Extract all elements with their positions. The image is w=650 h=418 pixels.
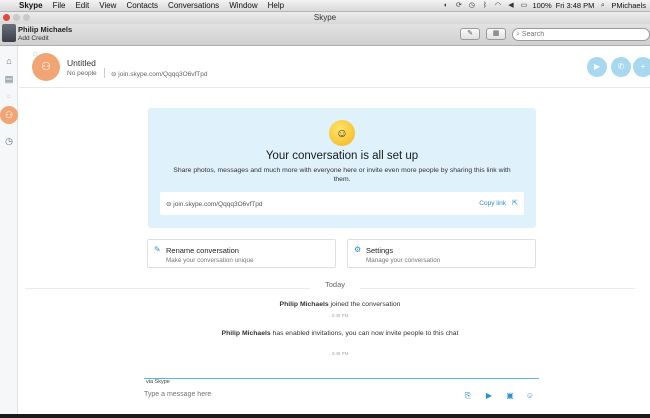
share-link-text: join.skype.com/Qqqq3O6vfTpd [173, 201, 263, 208]
screen-bottom-edge [0, 414, 650, 418]
status-icon[interactable]: ◐ [441, 2, 450, 10]
rename-subtitle: Make your conversation unique [166, 257, 254, 264]
menu-user[interactable]: PMichaels [611, 1, 646, 10]
profile-avatar[interactable] [2, 24, 16, 42]
emoticon-wave-icon: ☺ [329, 120, 355, 146]
conversation-link-text: join.skype.com/Qqqq3O6vfTpd [118, 71, 208, 78]
menu-help[interactable]: Help [263, 1, 289, 10]
emoticon-icon[interactable]: ☺ [524, 390, 536, 402]
search-box[interactable]: ⌕ [512, 28, 650, 41]
add-people-icon: + [640, 62, 646, 71]
rename-conversation-card[interactable]: ✎ Rename conversation Make your conversa… [147, 239, 336, 268]
event-time: 3:48 PM [331, 351, 349, 356]
share-link-box: ⊖ join.skype.com/Qqqq3O6vfTpd Copy link … [160, 192, 524, 215]
menu-view[interactable]: View [94, 1, 121, 10]
left-rail: ⌂ ▤ ◌ ⚇ ◷ [0, 46, 18, 418]
add-credit-link[interactable]: Add Credit [18, 35, 49, 42]
spotlight-icon[interactable]: ⌕ [598, 2, 607, 10]
wifi-icon[interactable]: ◠ [493, 2, 502, 10]
event-text: joined the conversation [330, 301, 401, 308]
menu-app-skype[interactable]: Skype [14, 1, 48, 10]
minimize-window-button[interactable] [13, 14, 20, 21]
pencil-icon: ✎ [154, 245, 161, 254]
menu-edit[interactable]: Edit [70, 1, 94, 10]
setup-banner: ☺ Your conversation is all set up Share … [148, 108, 536, 228]
send-contact-icon[interactable]: ▣ [504, 390, 516, 402]
battery-icon[interactable]: ▭ [519, 2, 528, 10]
group-avatar-icon: ⚇ [41, 61, 51, 73]
video-call-icon: ▶ [593, 62, 601, 71]
conversation-header: ☆ ⚇ Untitled No people ⊖ join.skype.com/… [19, 46, 650, 88]
settings-card[interactable]: ⚙ Settings Manage your conversation [347, 239, 536, 268]
close-window-button[interactable] [3, 14, 10, 21]
rename-title: Rename conversation [166, 246, 239, 255]
battery-percent: 100% [532, 1, 552, 10]
event-actor: Philip Michaels [279, 301, 329, 308]
settings-title: Settings [366, 246, 394, 255]
day-label: Today [310, 280, 360, 289]
event-text: has enabled invitations, you can now inv… [272, 330, 459, 337]
menu-clock[interactable]: Fri 3:48 PM [556, 1, 595, 10]
group-avatar[interactable]: ⚇ [32, 53, 60, 81]
search-input[interactable] [521, 31, 632, 38]
audio-call-button[interactable]: ✆ [611, 57, 631, 77]
participant-count: No people [67, 70, 97, 77]
send-file-icon[interactable]: ⎘ [462, 390, 474, 402]
menu-file[interactable]: File [48, 1, 71, 10]
group-icon[interactable]: ⚇ [0, 106, 18, 124]
window-title: Skype [313, 13, 337, 22]
history-icon[interactable]: ◷ [1, 133, 17, 149]
window-title-bar: Skype [0, 12, 650, 24]
message-composer: ⎘ ▶ ▣ ☺ [144, 389, 534, 405]
toolbar: Philip Michaels Add Credit ✎ ▦ ⌕ [0, 24, 650, 46]
banner-title: Your conversation is all set up [265, 150, 419, 162]
dialpad-icon: ▦ [492, 30, 500, 37]
message-input[interactable] [144, 391, 444, 398]
via-skype-label[interactable]: via Skype [146, 379, 170, 385]
conversation-link[interactable]: ⊖ join.skype.com/Qqqq3O6vfTpd [111, 70, 208, 78]
compose-button[interactable]: ✎ [460, 28, 480, 40]
menu-contacts[interactable]: Contacts [121, 1, 163, 10]
bluetooth-icon[interactable]: ᛒ [480, 2, 489, 10]
composer-divider [144, 378, 539, 379]
menu-extras: ◐ ⟳ ◷ ᛒ ◠ ◀ ▭ 100% Fri 3:48 PM ⌕ PMichae… [441, 1, 650, 10]
contacts-icon[interactable]: ▤ [1, 71, 17, 87]
video-call-button[interactable]: ▶ [587, 57, 607, 77]
share-icon[interactable]: ⇱ [512, 199, 518, 207]
send-video-icon[interactable]: ▶ [483, 390, 495, 402]
compose-icon: ✎ [467, 30, 473, 37]
window-controls [3, 14, 30, 21]
timer-icon[interactable]: ◷ [467, 2, 476, 10]
dialpad-button[interactable]: ▦ [486, 28, 506, 40]
menu-conversations[interactable]: Conversations [163, 1, 224, 10]
event-joined: Philip Michaels joined the conversation [200, 300, 480, 309]
sync-icon[interactable]: ⟳ [454, 2, 463, 10]
share-link-url[interactable]: ⊖ join.skype.com/Qqqq3O6vfTpd [166, 200, 263, 208]
gear-icon: ⚙ [354, 245, 362, 254]
add-people-button[interactable]: + [633, 57, 650, 77]
settings-subtitle: Manage your conversation [366, 257, 441, 264]
menu-bar: Skype File Edit View Contacts Conversati… [0, 0, 650, 12]
home-icon[interactable]: ⌂ [1, 53, 17, 69]
audio-call-icon: ✆ [617, 62, 625, 71]
event-actor: Philip Michaels [221, 330, 271, 337]
zoom-window-button[interactable] [23, 14, 30, 21]
search-icon: ⌕ [516, 30, 520, 38]
header-divider [104, 68, 105, 78]
event-invitations: Philip Michaels has enabled invitations,… [200, 329, 480, 338]
conversation-title[interactable]: Untitled [67, 58, 96, 68]
volume-icon[interactable]: ◀ [506, 2, 515, 10]
recent-icon[interactable]: ◌ [1, 89, 17, 105]
banner-description: Share photos, messages and much more wit… [173, 167, 511, 183]
menu-window[interactable]: Window [224, 1, 262, 10]
event-time: 3:48 PM [331, 313, 349, 318]
profile-name[interactable]: Philip Michaels [18, 25, 72, 34]
copy-link-button[interactable]: Copy link [479, 200, 506, 207]
